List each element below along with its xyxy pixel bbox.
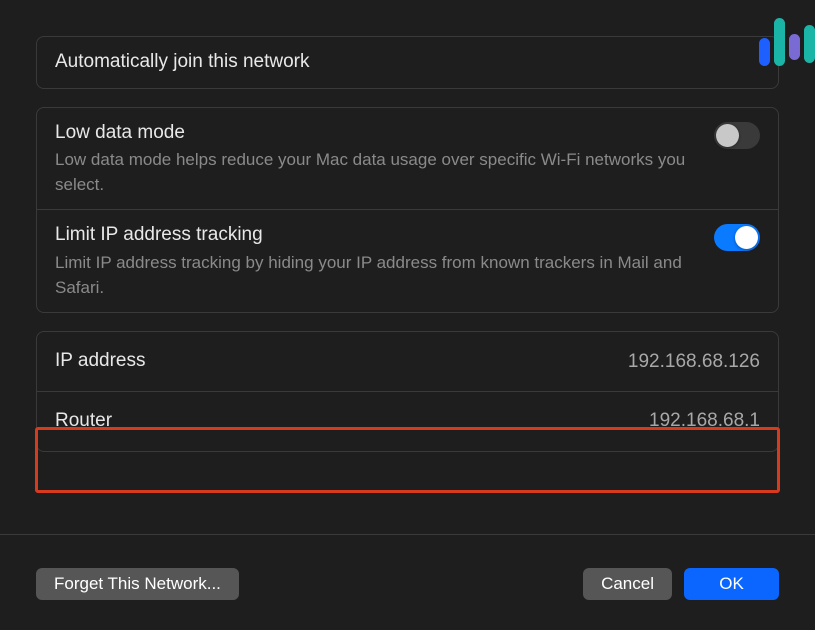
router-label: Router	[55, 408, 112, 435]
low-data-desc: Low data mode helps reduce your Mac data…	[55, 148, 694, 197]
limit-ip-row: Limit IP address tracking Limit IP addre…	[37, 209, 778, 312]
cancel-button[interactable]: Cancel	[583, 568, 672, 600]
forget-network-button[interactable]: Forget This Network...	[36, 568, 239, 600]
ip-address-value: 192.168.68.126	[628, 351, 760, 373]
ip-address-label: IP address	[55, 348, 145, 375]
ok-button[interactable]: OK	[684, 568, 779, 600]
low-data-mode-row: Low data mode Low data mode helps reduce…	[37, 108, 778, 210]
low-data-toggle[interactable]	[714, 122, 760, 149]
router-row: Router 192.168.68.1	[37, 391, 778, 451]
footer: Forget This Network... Cancel OK	[36, 568, 779, 600]
auto-join-row[interactable]: Automatically join this network	[37, 37, 778, 88]
limit-ip-title: Limit IP address tracking	[55, 222, 694, 249]
auto-join-section: Automatically join this network	[36, 36, 779, 89]
decorative-logo	[759, 18, 815, 66]
auto-join-label: Automatically join this network	[55, 49, 310, 76]
low-data-title: Low data mode	[55, 120, 694, 147]
limit-ip-toggle[interactable]	[714, 224, 760, 251]
router-value: 192.168.68.1	[649, 410, 760, 432]
network-info-section: IP address 192.168.68.126 Router 192.168…	[36, 331, 779, 451]
footer-divider	[0, 534, 815, 535]
ip-address-row: IP address 192.168.68.126	[37, 332, 778, 391]
limit-ip-desc: Limit IP address tracking by hiding your…	[55, 251, 694, 300]
data-options-section: Low data mode Low data mode helps reduce…	[36, 107, 779, 314]
